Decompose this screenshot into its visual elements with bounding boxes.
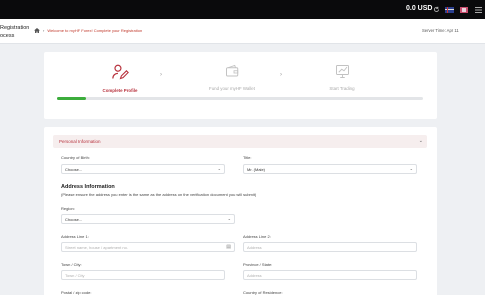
progress-fill bbox=[57, 97, 87, 100]
select-value: Choose... bbox=[65, 167, 83, 172]
chevron-down-icon[interactable]: ⌄ bbox=[419, 138, 423, 144]
address-note: (Please ensure the address you enter is … bbox=[61, 192, 257, 197]
town-label: Town / City: bbox=[61, 262, 82, 267]
chart-icon bbox=[335, 65, 349, 78]
step-fund-wallet[interactable]: Fund your myHF Wallet bbox=[204, 64, 260, 91]
server-time: Server Time: Apr 11 bbox=[422, 28, 459, 33]
flag-icon[interactable] bbox=[459, 5, 469, 14]
select-value: Mr. (Male) bbox=[247, 167, 265, 172]
page-title-line: Registration bbox=[0, 25, 30, 31]
chevron-down-icon: ⌄ bbox=[409, 166, 413, 171]
personal-info-section-header[interactable]: Personal Information ⌄ bbox=[53, 135, 427, 148]
step-label: Fund your myHF Wallet bbox=[209, 86, 255, 91]
page-title-line: ocess bbox=[0, 33, 15, 39]
address-line-1-input[interactable] bbox=[62, 242, 222, 252]
select-value: Choose... bbox=[65, 217, 83, 222]
step-start-trading[interactable]: Start Trading bbox=[320, 64, 364, 91]
user-edit-icon bbox=[111, 64, 129, 80]
step-complete-profile[interactable]: Complete Profile bbox=[96, 64, 144, 93]
personal-info-form: Personal Information ⌄ Country of Birth:… bbox=[44, 127, 437, 295]
region-select[interactable]: Choose... ⌄ bbox=[61, 214, 235, 224]
country-of-birth-select[interactable]: Choose... ⌄ bbox=[61, 164, 225, 174]
country-of-birth-label: Country of Birth: bbox=[61, 155, 90, 160]
chevron-down-icon: ⌄ bbox=[227, 216, 231, 221]
country-of-residence-label: Country of Residence: bbox=[243, 290, 283, 295]
registration-steps: Complete Profile › Fund your myHF Wallet… bbox=[44, 52, 437, 119]
registration-progress-bar bbox=[57, 97, 423, 100]
town-input[interactable] bbox=[61, 270, 225, 280]
address-line-1-wrapper: ▤ bbox=[61, 242, 235, 252]
home-icon[interactable] bbox=[34, 28, 40, 33]
top-bar: 0.0 USD bbox=[0, 0, 485, 19]
step-label: Start Trading bbox=[329, 86, 355, 91]
page-title: Registration ocess bbox=[0, 24, 29, 40]
address-line-1-label: Address Line 1: bbox=[61, 234, 89, 239]
breadcrumb-separator: › bbox=[43, 28, 45, 33]
section-title: Personal Information bbox=[59, 139, 101, 144]
step-label: Complete Profile bbox=[102, 88, 138, 93]
title-label: Title: bbox=[243, 155, 252, 160]
postal-code-label: Postal / zip code: bbox=[61, 290, 92, 295]
wallet-icon bbox=[225, 64, 238, 77]
province-label: Province / State: bbox=[243, 262, 273, 267]
calendar-icon[interactable]: ▤ bbox=[226, 244, 231, 250]
chevron-right-icon: › bbox=[280, 72, 282, 78]
refresh-icon[interactable] bbox=[432, 5, 440, 14]
chevron-right-icon: › bbox=[160, 72, 162, 78]
breadcrumb: › Welcome to myHF Forex! Complete your R… bbox=[34, 28, 142, 33]
region-label: Region: bbox=[61, 206, 75, 211]
address-line-2-input[interactable] bbox=[243, 242, 417, 252]
balance-display[interactable]: 0.0 USD bbox=[406, 5, 432, 12]
address-line-2-label: Address Line 2: bbox=[243, 234, 271, 239]
chevron-down-icon: ⌄ bbox=[217, 166, 221, 171]
breadcrumb-welcome: Welcome to myHF Forex! Complete your Reg… bbox=[47, 28, 143, 33]
menu-icon[interactable] bbox=[474, 5, 482, 14]
flag-icon[interactable] bbox=[444, 5, 454, 14]
province-input[interactable] bbox=[243, 270, 417, 280]
title-select[interactable]: Mr. (Male) ⌄ bbox=[243, 164, 417, 174]
address-section-title: Address Information bbox=[61, 184, 115, 190]
